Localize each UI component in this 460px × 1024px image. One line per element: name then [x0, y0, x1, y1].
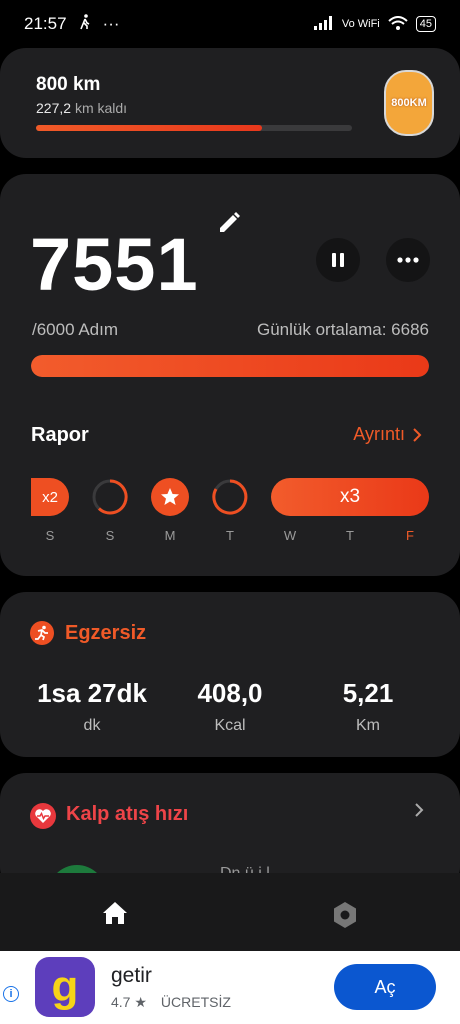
detail-label: Ayrıntı: [353, 424, 405, 444]
exercise-duration: 1sa 27dk dk: [22, 678, 162, 735]
step-goal: /6000 Adım: [32, 320, 119, 339]
pause-icon: [332, 253, 344, 267]
ad-meta: 4.7 ★ ÜCRETSİZ: [111, 994, 231, 1011]
settings-icon[interactable]: [332, 901, 358, 934]
ad-banner[interactable]: i g getir 4.7 ★ ÜCRETSİZ Aç: [0, 951, 460, 1024]
steps-card: 7551 /6000 Adım Günlük ortalama: 6686 Ra…: [0, 174, 460, 576]
metric-unit: Kcal: [214, 717, 246, 734]
distance-goal-card[interactable]: 800 km 227,2 km kaldı 800KM: [0, 48, 460, 158]
edit-icon[interactable]: [216, 208, 242, 234]
day-x2-badge[interactable]: x2: [31, 478, 69, 516]
day-label: T: [226, 528, 234, 543]
goal-title: 800 km: [36, 74, 101, 95]
report-detail-link[interactable]: Ayrıntı: [353, 424, 422, 445]
status-bar: 21:57 ··· Vo WiFi 45: [0, 0, 460, 48]
goal-remaining: 227,2 km kaldı: [36, 100, 127, 116]
pause-button[interactable]: [316, 238, 360, 282]
day-label: M: [164, 528, 176, 543]
running-icon: [30, 621, 54, 645]
battery-icon: 45: [415, 16, 436, 32]
exercise-distance: 5,21 Km: [298, 678, 438, 735]
ad-app-name[interactable]: getir: [111, 964, 152, 988]
day-label-today: F: [406, 528, 414, 543]
metric-value: 1sa 27dk: [37, 678, 147, 708]
heart-rate-icon: [30, 803, 56, 829]
goal-remaining-value: 227,2: [36, 100, 72, 116]
exercise-title: Egzersiz: [65, 622, 147, 644]
metric-value: 408,0: [197, 678, 263, 708]
day-label: W: [283, 528, 297, 543]
walking-icon: [79, 13, 91, 35]
day-label: S: [45, 528, 55, 543]
metric-unit: Km: [356, 717, 380, 734]
goal-progress-bar: [36, 125, 352, 131]
wifi-icon: [388, 15, 408, 33]
exercise-calories: 408,0 Kcal: [160, 678, 300, 735]
ad-price: ÜCRETSİZ: [160, 994, 231, 1010]
day-label: T: [346, 528, 354, 543]
day-ring-partial[interactable]: [91, 478, 129, 521]
heart-rate-title: Kalp atış hızı: [66, 803, 189, 825]
vowifi-label: Vo WiFi: [341, 18, 380, 30]
exercise-card[interactable]: Egzersiz 1sa 27dk dk 408,0 Kcal 5,21 Km: [0, 592, 460, 757]
ad-open-button[interactable]: Aç: [334, 964, 436, 1010]
day-ring-near-complete[interactable]: [211, 478, 249, 521]
day-star-badge[interactable]: [151, 478, 189, 516]
goal-remaining-suffix: km kaldı: [74, 100, 128, 116]
more-icon: [397, 257, 419, 263]
ad-info-icon[interactable]: i: [3, 986, 19, 1002]
signal-icon: [313, 15, 334, 33]
medal-badge[interactable]: 800KM: [384, 70, 434, 136]
ad-rating: 4.7 ★: [111, 994, 147, 1011]
star-icon: ★: [134, 994, 147, 1010]
day-label: S: [105, 528, 115, 543]
star-icon: [161, 488, 179, 505]
clock: 21:57: [24, 14, 67, 33]
ad-rating-value: 4.7: [111, 994, 131, 1010]
home-icon[interactable]: [102, 901, 128, 930]
steps-progress-bar: [31, 355, 429, 377]
metric-unit: dk: [83, 717, 101, 734]
goal-progress-fill: [36, 125, 263, 131]
steps-progress-fill: [31, 355, 429, 377]
more-options-button[interactable]: [386, 238, 430, 282]
metric-value: 5,21: [342, 678, 394, 708]
app-logo[interactable]: g: [35, 957, 95, 1017]
step-count: 7551: [30, 223, 199, 306]
daily-average: Günlük ortalama: 6686: [257, 320, 429, 339]
day-x3-streak[interactable]: x3: [271, 478, 429, 516]
chevron-right-icon[interactable]: [415, 803, 424, 822]
report-title: Rapor: [31, 424, 89, 446]
bottom-navigation: [0, 873, 460, 951]
more-notifications-icon: ···: [102, 14, 120, 33]
chevron-right-icon: [413, 427, 422, 442]
